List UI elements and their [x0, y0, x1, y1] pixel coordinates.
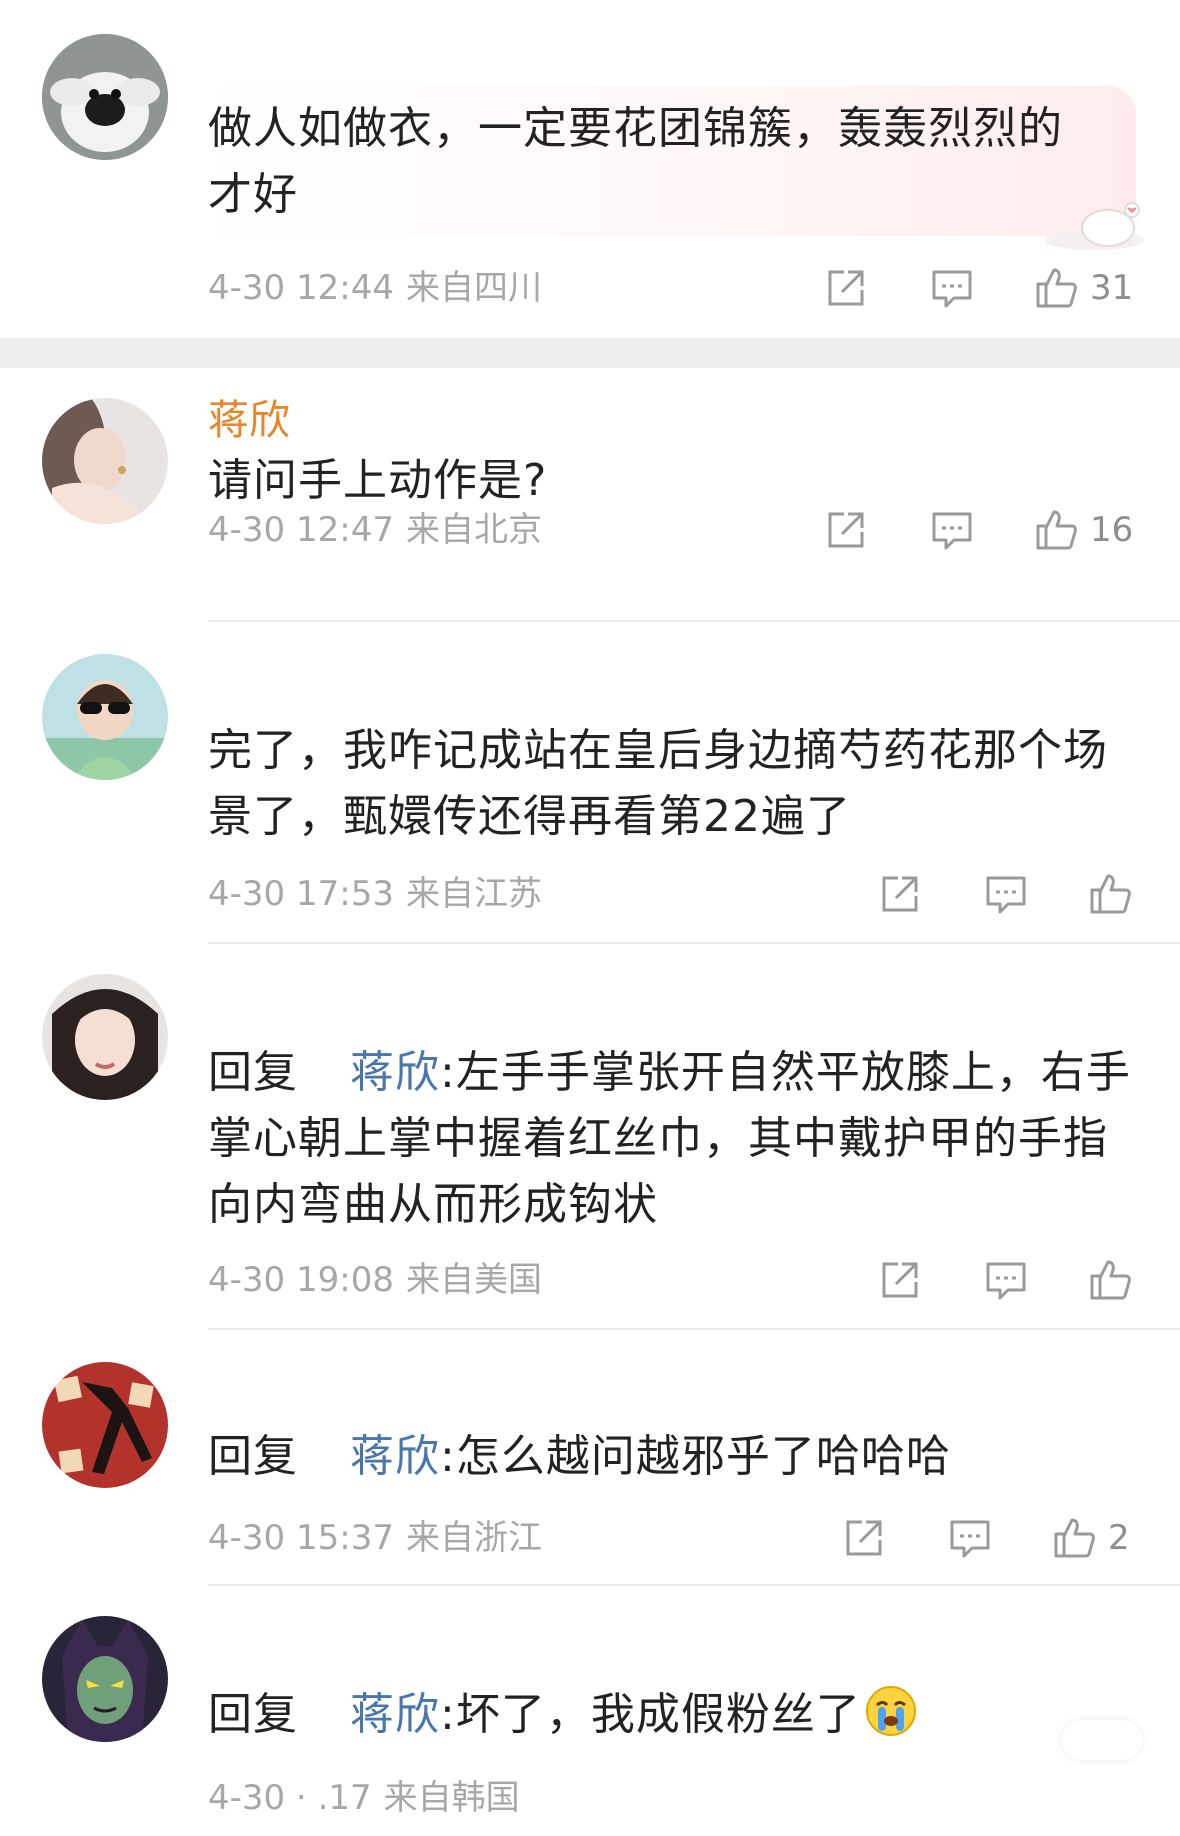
share-icon: [846, 1520, 882, 1556]
share-icon: [828, 512, 864, 548]
reply-keyword: 回复: [208, 1047, 298, 1098]
section-divider: [0, 338, 1180, 368]
avatar[interactable]: [42, 34, 168, 160]
comment-time: 4-30 12:44: [208, 268, 394, 308]
reply-content: :怎么越问越邪乎了哈哈哈: [440, 1431, 951, 1482]
comment-item: 完了，我咋记成站在皇后身边摘芍药花那个场景了，甄嬛传还得再看第22遍了 4-30…: [0, 622, 1180, 944]
like-button[interactable]: 16: [1032, 500, 1133, 560]
like-icon: [1036, 510, 1077, 550]
comment-time: 4-30 19:08: [208, 1260, 394, 1300]
watermark: [1062, 1720, 1142, 1760]
comment-icon: [986, 876, 1026, 914]
comment-text: 回复 蒋欣:左手手掌张开自然平放膝上，右手掌心朝上掌中握着红丝巾，其中戴护甲的手指…: [208, 1040, 1140, 1238]
comment-meta: 4-30 19:08 来自美国: [208, 1258, 542, 1302]
share-icon: [882, 1262, 918, 1298]
comment-time: 4-30 17:53: [208, 874, 394, 914]
avatar[interactable]: [42, 974, 168, 1100]
comment-button[interactable]: [982, 864, 1030, 924]
comment-time: 4-30 15:37: [208, 1518, 394, 1558]
comment-button[interactable]: [928, 258, 976, 318]
username[interactable]: 蒋欣: [208, 392, 1140, 448]
reply-content: :左手手掌张开自然平放膝上，右手掌心朝上掌中握着红丝巾，其中戴护甲的手指向内弯曲…: [208, 1047, 1131, 1230]
like-icon: [1054, 1518, 1095, 1558]
comment-meta: 4-30 ⋅ .17 来自韩国: [208, 1776, 520, 1820]
like-icon: [1090, 874, 1131, 914]
share-button[interactable]: [822, 258, 870, 318]
like-count: 2: [1108, 1518, 1130, 1558]
comment-location: 来自韩国: [383, 1778, 520, 1818]
like-button[interactable]: 31: [1032, 258, 1133, 318]
share-icon: [882, 876, 918, 912]
like-icon: [1036, 268, 1077, 308]
comment-location: 来自四川: [405, 268, 542, 308]
cat-sticker-decoration: [1044, 202, 1144, 250]
like-button[interactable]: [1086, 1250, 1134, 1310]
reply-content: :坏了，我成假粉丝了: [440, 1689, 861, 1740]
comment-icon: [932, 270, 972, 308]
like-button[interactable]: [1086, 864, 1134, 924]
comment-meta: 4-30 12:47 来自北京: [208, 508, 542, 552]
comment-meta: 4-30 12:44 来自四川: [208, 266, 542, 310]
comment-item: 回复 蒋欣:左手手掌张开自然平放膝上，右手掌心朝上掌中握着红丝巾，其中戴护甲的手指…: [0, 944, 1180, 1330]
like-count: 31: [1090, 268, 1134, 308]
comment-location: 来自江苏: [405, 874, 542, 914]
mention-link[interactable]: 蒋欣: [350, 1047, 440, 1098]
comment-text: 回复 蒋欣:怎么越问越邪乎了哈哈哈: [208, 1424, 1140, 1490]
comment-time: 4-30 ⋅ .17: [208, 1778, 372, 1818]
comment-location: 来自北京: [405, 510, 542, 550]
comment-meta: 4-30 15:37 来自浙江: [208, 1516, 542, 1560]
like-icon: [1090, 1260, 1131, 1300]
comment-icon: [950, 1520, 990, 1558]
share-button[interactable]: [840, 1508, 888, 1568]
share-button[interactable]: [822, 500, 870, 560]
like-count: 16: [1090, 510, 1134, 550]
comment-meta: 4-30 17:53 来自江苏: [208, 872, 542, 916]
comment-item: 回复 蒋欣:坏了，我成假粉丝了 4-30 ⋅ .17 来自韩国: [0, 1586, 1180, 1836]
comment-icon: [932, 512, 972, 550]
comment-location: 来自美国: [405, 1260, 542, 1300]
comment-icon: [986, 1262, 1026, 1300]
reply-keyword: 回复: [208, 1689, 298, 1740]
mention-link[interactable]: 蒋欣: [350, 1431, 440, 1482]
share-icon: [828, 270, 864, 306]
like-button[interactable]: 2: [1050, 1508, 1130, 1568]
avatar[interactable]: [42, 398, 168, 524]
avatar[interactable]: [42, 1616, 168, 1742]
avatar[interactable]: [42, 1362, 168, 1488]
reply-keyword: 回复: [208, 1431, 298, 1482]
comment-button[interactable]: [928, 500, 976, 560]
comment-item: 做人如做衣，一定要花团锦簇，轰轰烈烈的才好 4-30 12:44 来自四川 31: [0, 0, 1180, 338]
comment-button[interactable]: [982, 1250, 1030, 1310]
comment-location: 来自浙江: [405, 1518, 542, 1558]
share-button[interactable]: [876, 1250, 924, 1310]
comment-item: 回复 蒋欣:怎么越问越邪乎了哈哈哈 4-30 15:37 来自浙江 2: [0, 1330, 1180, 1586]
comment-text: 回复 蒋欣:坏了，我成假粉丝了: [208, 1682, 1140, 1748]
share-button[interactable]: [876, 864, 924, 924]
comment-text: 完了，我咋记成站在皇后身边摘芍药花那个场景了，甄嬛传还得再看第22遍了: [208, 725, 1108, 842]
comment-time: 4-30 12:47: [208, 510, 394, 550]
comment-text: 做人如做衣，一定要花团锦簇，轰轰烈烈的才好: [208, 103, 1063, 220]
mention-link[interactable]: 蒋欣: [350, 1689, 440, 1740]
avatar[interactable]: [42, 654, 168, 780]
comment-item: 蒋欣 请问手上动作是? 4-30 12:47 来自北京 16: [0, 368, 1180, 622]
comment-button[interactable]: [946, 1508, 994, 1568]
crying-face-emoji: [865, 1686, 916, 1736]
